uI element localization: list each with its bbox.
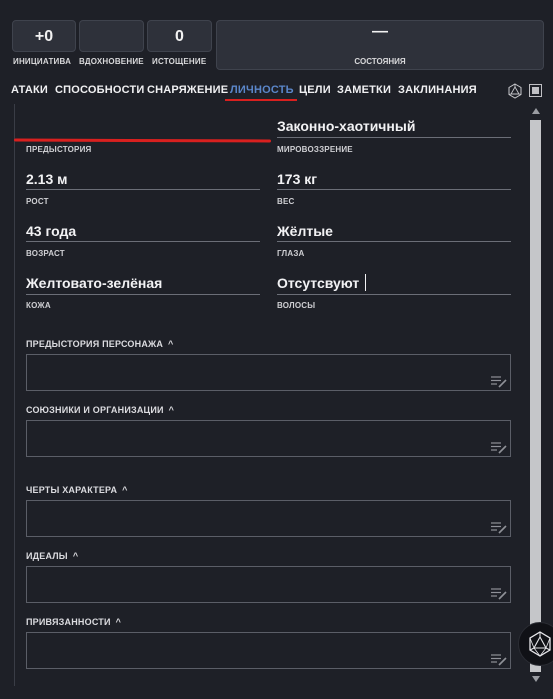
age-label: ВОЗРАСТ (26, 249, 65, 258)
weight-label: ВЕС (277, 197, 295, 206)
weight-underline (277, 189, 511, 190)
alignment-underline (277, 137, 511, 138)
section-allies-label: СОЮЗНИКИ И ОРГАНИЗАЦИИ (26, 405, 164, 415)
alignment-label: МИРОВОЗЗРЕНИЕ (277, 145, 353, 154)
backstory-textarea[interactable] (26, 354, 511, 391)
section-allies-header[interactable]: СОЮЗНИКИ И ОРГАНИЗАЦИИ ^ (26, 405, 174, 415)
section-bonds-header[interactable]: ПРИВЯЗАННОСТИ ^ (26, 617, 121, 627)
chevron-up-icon: ^ (72, 551, 79, 561)
conditions-value: — (372, 23, 388, 40)
square-toggle-icon[interactable] (529, 84, 542, 97)
scroll-down-arrow[interactable] (532, 676, 540, 682)
edit-icon[interactable] (490, 374, 508, 388)
background-label: ПРЕДЫСТОРИЯ (26, 145, 92, 154)
section-ideals-header[interactable]: ИДЕАЛЫ ^ (26, 551, 78, 561)
hair-label: ВОЛОСЫ (277, 301, 316, 310)
tab-notes[interactable]: ЗАМЕТКИ (337, 84, 391, 96)
scrollbar-thumb[interactable] (530, 120, 541, 672)
d20-icon[interactable] (507, 83, 523, 99)
background-input[interactable] (26, 118, 260, 136)
section-backstory-label: ПРЕДЫСТОРИЯ ПЕРСОНАЖА (26, 339, 164, 349)
section-traits-label: ЧЕРТЫ ХАРАКТЕРА (26, 485, 118, 495)
bonds-textarea[interactable] (26, 632, 511, 669)
weight-input[interactable]: 173 кг (277, 171, 317, 189)
initiative-label: ИНИЦИАТИВА (13, 57, 72, 66)
tab-spells[interactable]: ЗАКЛИНАНИЯ (398, 84, 477, 96)
tab-equipment[interactable]: СНАРЯЖЕНИЕ (147, 84, 228, 96)
skin-underline (26, 294, 260, 295)
eyes-underline (277, 241, 511, 242)
skin-label: КОЖА (26, 301, 51, 310)
tab-attacks[interactable]: АТАКИ (11, 84, 48, 96)
age-input[interactable]: 43 года (26, 223, 76, 241)
height-underline (26, 189, 260, 190)
conditions-box[interactable]: — СОСТОЯНИЯ (216, 20, 544, 70)
eyes-input[interactable]: Жёлтые (277, 223, 333, 241)
section-ideals-label: ИДЕАЛЫ (26, 551, 68, 561)
inspiration-box[interactable] (79, 20, 144, 52)
edit-icon[interactable] (490, 652, 508, 666)
age-underline (26, 241, 260, 242)
text-caret (365, 274, 366, 291)
edit-icon[interactable] (490, 520, 508, 534)
height-input[interactable]: 2.13 м (26, 171, 68, 189)
tab-personality[interactable]: ЛИЧНОСТЬ (230, 84, 294, 96)
traits-textarea[interactable] (26, 500, 511, 537)
section-traits-header[interactable]: ЧЕРТЫ ХАРАКТЕРА ^ (26, 485, 128, 495)
alignment-input[interactable]: Законно-хаотичный (277, 118, 415, 136)
inspiration-label: ВДОХНОВЕНИЕ (79, 57, 144, 66)
tab-abilities[interactable]: СПОСОБНОСТИ (55, 84, 145, 96)
exhaustion-value: 0 (175, 28, 184, 45)
d20-roll-button[interactable] (518, 622, 553, 666)
initiative-value: +0 (34, 28, 54, 45)
scroll-up-arrow[interactable] (532, 108, 540, 114)
chevron-up-icon: ^ (168, 405, 175, 415)
hair-input[interactable]: Отсутсвуют (277, 275, 359, 293)
tab-goals[interactable]: ЦЕЛИ (299, 84, 331, 96)
ideals-textarea[interactable] (26, 566, 511, 603)
initiative-box[interactable]: +0 (12, 20, 76, 52)
section-bonds-label: ПРИВЯЗАННОСТИ (26, 617, 111, 627)
edit-icon[interactable] (490, 586, 508, 600)
edit-icon[interactable] (490, 440, 508, 454)
chevron-up-icon: ^ (168, 339, 174, 349)
d20-roll-icon (529, 631, 551, 657)
exhaustion-label: ИСТОЩЕНИЕ (152, 57, 207, 66)
height-label: РОСТ (26, 197, 49, 206)
hair-underline (277, 294, 511, 295)
active-tab-underline (225, 99, 297, 101)
conditions-label: СОСТОЯНИЯ (354, 57, 406, 66)
chevron-up-icon: ^ (122, 485, 128, 495)
eyes-label: ГЛАЗА (277, 249, 305, 258)
exhaustion-box[interactable]: 0 (147, 20, 212, 52)
allies-textarea[interactable] (26, 420, 511, 457)
skin-input[interactable]: Желтовато-зелёная (26, 275, 162, 293)
section-backstory-header[interactable]: ПРЕДЫСТОРИЯ ПЕРСОНАЖА ^ (26, 339, 174, 349)
chevron-up-icon: ^ (115, 617, 122, 627)
